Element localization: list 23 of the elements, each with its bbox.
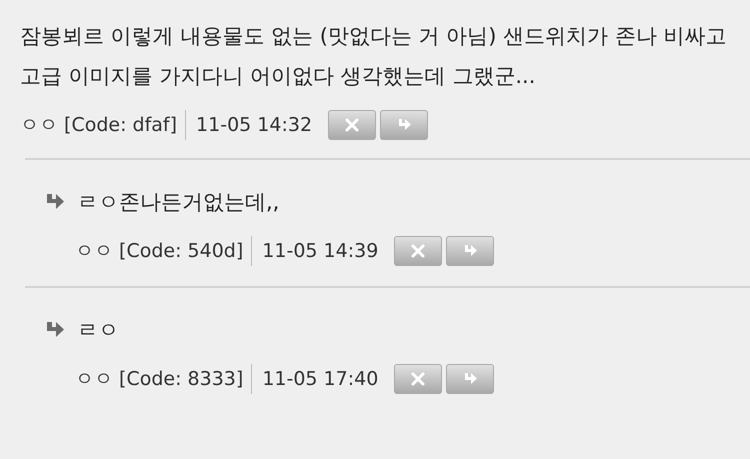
- reply-text: ㄹㅇ존나든거없는데,,: [77, 189, 280, 216]
- reply-time: 11-05 17:40: [261, 368, 378, 390]
- reply-author: ㅇㅇ [Code: 540d]: [75, 236, 252, 266]
- close-icon: [410, 372, 426, 386]
- close-icon: [344, 118, 360, 132]
- reply-button[interactable]: [380, 110, 428, 140]
- reply-button[interactable]: [446, 364, 494, 394]
- reply-time: 11-05 14:39: [261, 240, 378, 262]
- delete-button[interactable]: [394, 236, 442, 266]
- reply-arrow-icon: [45, 193, 65, 211]
- delete-button[interactable]: [394, 364, 442, 394]
- reply-arrow-icon: [462, 372, 478, 386]
- reply-arrow-icon: [45, 321, 65, 339]
- reply-arrow-icon: [462, 244, 478, 258]
- comment-time: 11-05 14:32: [195, 114, 312, 136]
- comment-text: 잠봉뵈르 이렇게 내용물도 없는 (맛없다는 거 아님) 샌드위치가 존나 비싸고 고급 이미지를 가지다니 어이없다 생각했는데 그랬군...: [20, 23, 728, 90]
- reply-arrow-icon: [396, 118, 412, 132]
- reply-button[interactable]: [446, 236, 494, 266]
- close-icon: [410, 244, 426, 258]
- reply-author: ㅇㅇ [Code: 8333]: [75, 364, 252, 394]
- reply-text: ㄹㅇ: [77, 317, 119, 344]
- delete-button[interactable]: [328, 110, 376, 140]
- comment-author: ㅇㅇ [Code: dfaf]: [20, 110, 186, 140]
